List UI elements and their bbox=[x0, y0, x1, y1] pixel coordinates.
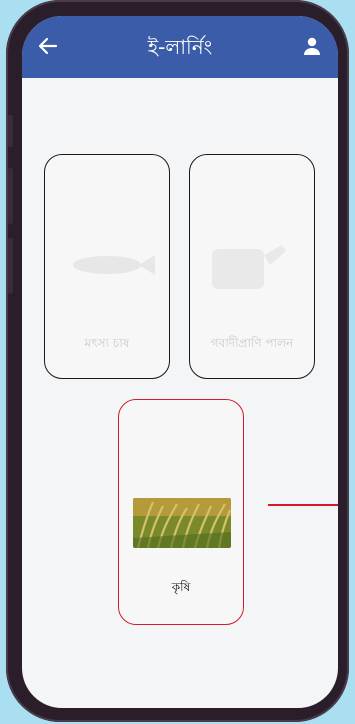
selection-pointer-line bbox=[268, 504, 338, 506]
cow-image bbox=[212, 245, 286, 289]
card-label: কৃষি bbox=[171, 580, 191, 594]
card-fisheries[interactable]: মৎস্য চাষ bbox=[44, 154, 170, 379]
card-label: গবাদীপ্রাণি পালন bbox=[210, 336, 294, 350]
card-livestock[interactable]: গবাদীপ্রাণি পালন bbox=[189, 154, 315, 379]
paddy-image bbox=[133, 498, 231, 548]
card-label: মৎস্য চাষ bbox=[84, 336, 130, 350]
fish-image bbox=[73, 255, 155, 275]
app-screen: ই-লার্নিং মৎস্য চাষ গবাদীপ্রাণি পালন কৃষ… bbox=[22, 16, 338, 708]
side-button bbox=[8, 115, 13, 147]
card-agriculture[interactable]: কৃষি bbox=[118, 399, 244, 625]
user-icon[interactable] bbox=[302, 36, 322, 56]
app-header: ই-লার্নিং bbox=[22, 16, 338, 78]
page-title: ই-লার্নিং bbox=[147, 35, 213, 59]
side-button bbox=[8, 168, 13, 224]
side-button bbox=[8, 238, 13, 294]
